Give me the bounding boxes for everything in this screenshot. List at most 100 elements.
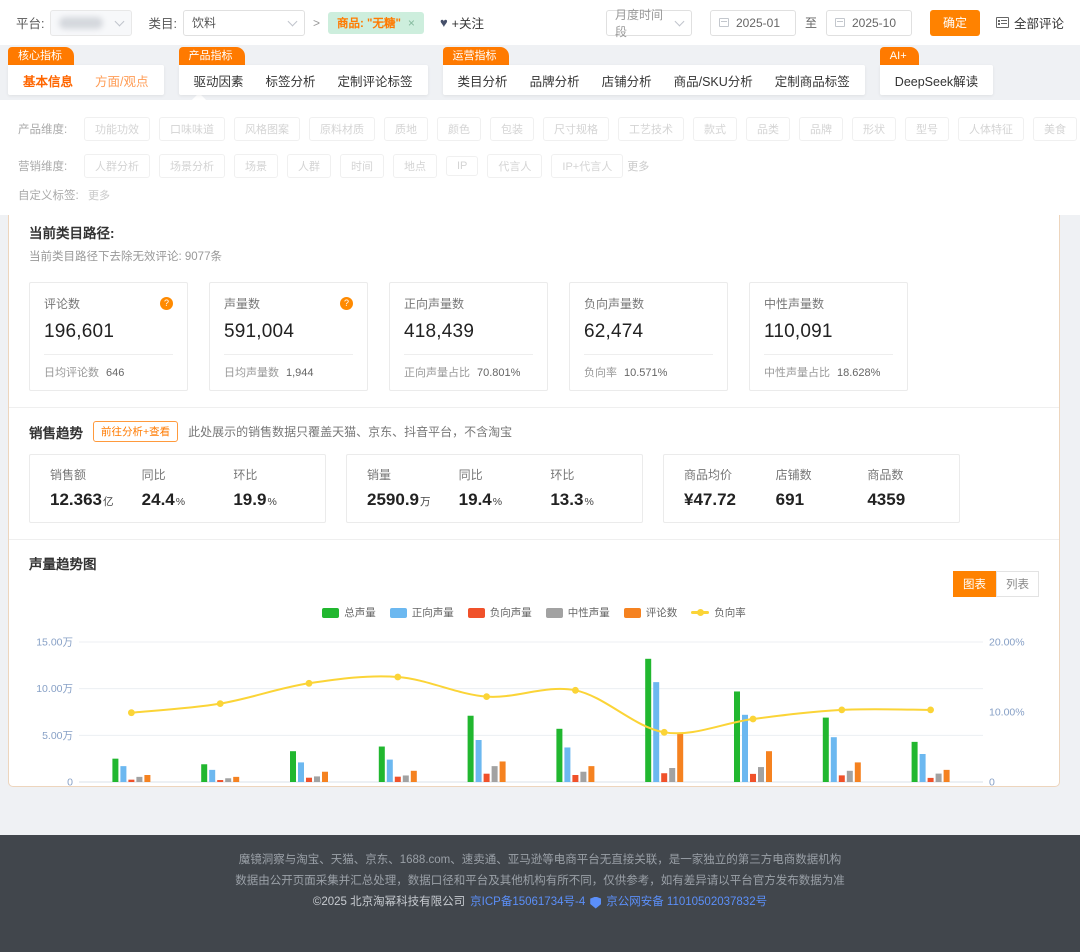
toggle-chart-view[interactable]: 图表 (953, 571, 996, 597)
nav-item[interactable]: 方面/观点 (95, 71, 148, 90)
stat-card: 正向声量数418,439正向声量占比70.801% (389, 282, 548, 391)
line-point-negative-rate (128, 709, 135, 716)
nav-item[interactable]: 基本信息 (23, 71, 73, 90)
stat-card-sub-value: 70.801% (477, 367, 520, 379)
bar-comment-count (855, 762, 861, 782)
stat-card-value: 418,439 (404, 321, 533, 343)
metric-value: ¥47.72 (684, 490, 776, 510)
bar-comment-count (322, 772, 328, 782)
more-link[interactable]: 更多 (88, 187, 110, 203)
goto-analysis-button[interactable]: 前往分析+查看 (93, 421, 178, 442)
filter-chips: 人群分析场景分析场景人群时间地点 IP 代言人 IP+代言人 (84, 154, 623, 178)
filter-chip[interactable]: 口味味道 (159, 117, 225, 141)
nav-item[interactable]: 类目分析 (458, 71, 508, 90)
filter-chip[interactable]: 颜色 (437, 117, 481, 141)
filter-chip[interactable]: 质地 (384, 117, 428, 141)
bar-comment-count (411, 771, 417, 782)
nav-group-tab: 产品指标 (179, 47, 245, 65)
bar-positive-volume (920, 754, 926, 782)
stat-card: 负向声量数62,474负向率10.571% (569, 282, 728, 391)
filter-chip[interactable]: 工艺技术 (618, 117, 684, 141)
category-label: 类目: (148, 13, 176, 32)
legend-item-comment-count[interactable]: 评论数 (624, 605, 678, 620)
metric-value: 4359 (867, 490, 959, 510)
legend-item-total-volume[interactable]: 总声量 (322, 605, 376, 620)
category-value: 饮料 (192, 14, 216, 31)
icp-license-link[interactable]: 京ICP备15061734号-4 (470, 892, 585, 913)
legend-swatch-icon (390, 608, 407, 618)
nav-item[interactable]: 商品/SKU分析 (674, 71, 753, 90)
sales-metric: 同比19.4% (459, 466, 551, 510)
metric-value: 691 (776, 490, 868, 510)
main-content-panel: 当前类目路径: 当前类目路径下去除无效评论: 9077条 评论数?196,601… (8, 205, 1060, 787)
bar-total-volume (468, 716, 474, 782)
nav-item[interactable]: 标签分析 (266, 71, 316, 90)
volume-trend-chart-area: 15.00万10.00万5.00万020.00%10.00%02025-0120… (9, 636, 1059, 787)
filter-chip[interactable]: 款式 (693, 117, 737, 141)
filter-chip[interactable]: 地点 (393, 154, 437, 178)
filter-chip[interactable]: 品类 (746, 117, 790, 141)
help-icon[interactable]: ? (340, 297, 353, 310)
filter-chip[interactable]: 人群 (287, 154, 331, 178)
legend-item-positive-volume[interactable]: 正向声量 (390, 605, 454, 620)
legend-item-negative-volume[interactable]: 负向声量 (468, 605, 532, 620)
close-icon[interactable]: × (408, 16, 415, 30)
legend-item-neutral-volume[interactable]: 中性声量 (546, 605, 610, 620)
filter-chip[interactable]: 品牌 (799, 117, 843, 141)
filter-chip[interactable]: 包装 (490, 117, 534, 141)
toggle-list-view[interactable]: 列表 (996, 571, 1039, 597)
keyword-filter-tag[interactable]: 商品: "无糖" × (328, 12, 424, 34)
sales-card: 销售额12.363亿同比24.4%环比19.9% (29, 454, 326, 523)
confirm-button[interactable]: 确定 (930, 10, 980, 36)
filter-row-label: 自定义标签: (18, 187, 84, 203)
nav-item[interactable]: 驱动因素 (194, 71, 244, 90)
nav-item[interactable]: 品牌分析 (530, 71, 580, 90)
filter-chip[interactable]: IP (446, 156, 478, 176)
bar-comment-count (500, 761, 506, 782)
nav-item[interactable]: 定制评论标签 (338, 71, 413, 90)
all-comments-button[interactable]: 全部评论 (996, 13, 1064, 32)
follow-button[interactable]: ♥ +关注 (440, 13, 484, 32)
help-icon[interactable]: ? (160, 297, 173, 310)
filter-chip[interactable]: 代言人 (487, 154, 542, 178)
nav-group-0: 核心指标基本信息方面/观点 (8, 47, 164, 95)
category-select[interactable]: 饮料 (183, 10, 305, 36)
filter-chip[interactable]: 美食 (1033, 117, 1077, 141)
platform-select[interactable] (50, 10, 132, 36)
nav-item[interactable]: 定制商品标签 (775, 71, 850, 90)
bar-comment-count (233, 777, 239, 782)
divider (224, 354, 353, 355)
nav-group-items: DeepSeek解读 (880, 65, 993, 95)
start-date-input[interactable]: 2025-01 (710, 10, 796, 36)
filter-chip[interactable]: IP+代言人 (551, 154, 623, 178)
filter-chip[interactable]: 功能功效 (84, 117, 150, 141)
police-license-link[interactable]: 京公网安备 11010502037832号 (606, 892, 767, 913)
more-link[interactable]: 更多 (627, 158, 649, 174)
legend-label: 评论数 (646, 605, 678, 620)
filter-chip[interactable]: 形状 (852, 117, 896, 141)
legend-item-negative-rate[interactable]: 负向率 (691, 605, 746, 620)
end-date-input[interactable]: 2025-10 (826, 10, 912, 36)
filter-chip[interactable]: 风格图案 (234, 117, 300, 141)
filter-chip[interactable]: 人体特征 (958, 117, 1024, 141)
overview-stat-cards: 评论数?196,601日均评论数646声量数?591,004日均声量数1,944… (29, 282, 1039, 391)
filter-chip[interactable]: 场景 (234, 154, 278, 178)
line-point-negative-rate (572, 687, 579, 694)
sales-metric: 同比24.4% (142, 466, 234, 510)
stat-card-value: 62,474 (584, 321, 713, 343)
filter-chip[interactable]: 时间 (340, 154, 384, 178)
bar-neutral-volume (847, 771, 853, 782)
filter-chip[interactable]: 型号 (905, 117, 949, 141)
line-point-negative-rate (394, 674, 401, 681)
filter-chip[interactable]: 场景分析 (159, 154, 225, 178)
nav-item[interactable]: 店铺分析 (602, 71, 652, 90)
nav-item[interactable]: DeepSeek解读 (895, 71, 978, 90)
bar-positive-volume (387, 760, 393, 782)
period-type-select[interactable]: 月度时间段 (606, 10, 692, 36)
bar-comment-count (677, 733, 683, 782)
filter-chip[interactable]: 尺寸规格 (543, 117, 609, 141)
stat-card-value: 196,601 (44, 321, 173, 343)
filter-chip[interactable]: 人群分析 (84, 154, 150, 178)
metric-label: 同比 (459, 466, 551, 483)
filter-chip[interactable]: 原料材质 (309, 117, 375, 141)
